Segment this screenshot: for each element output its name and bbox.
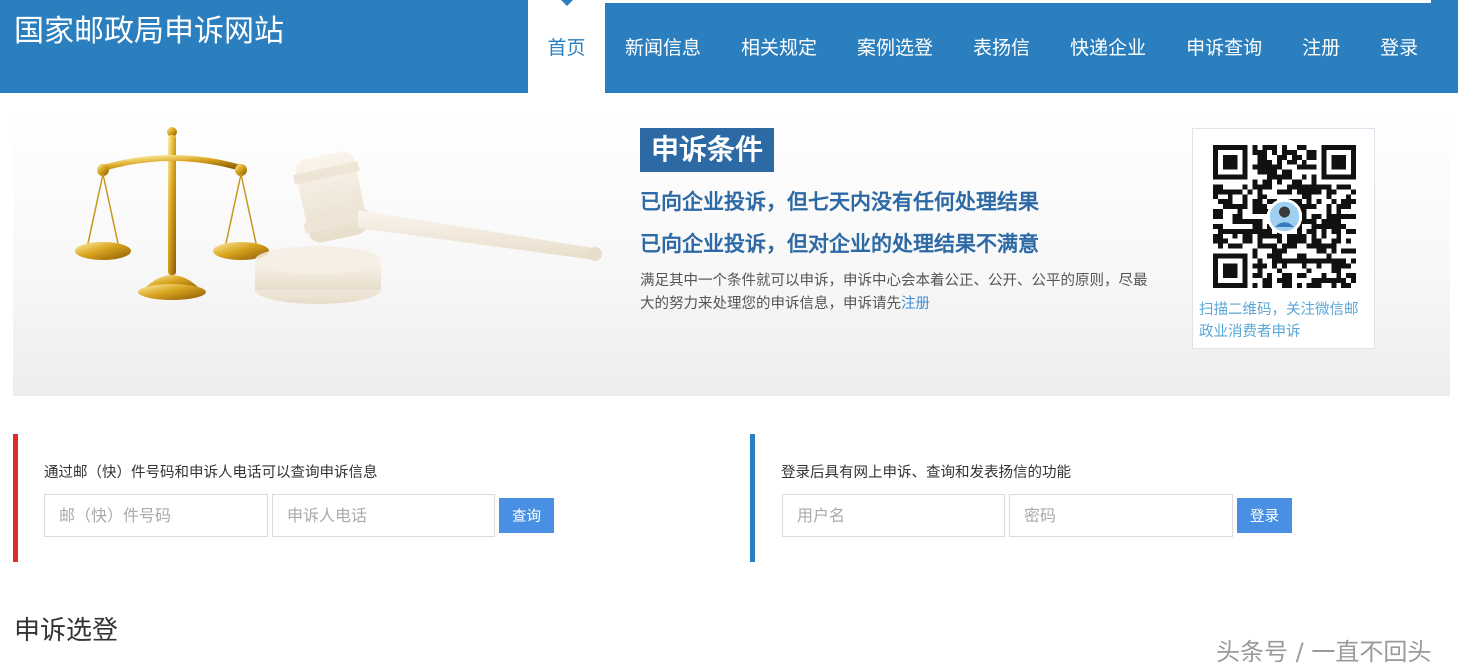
- register-link[interactable]: 注册: [901, 296, 930, 312]
- username-input[interactable]: [782, 494, 1005, 537]
- query-button[interactable]: 查询: [499, 498, 554, 533]
- section-title-featured-complaints: 申诉选登: [14, 616, 119, 646]
- complaint-conditions-banner: 申诉条件 已向企业投诉，但七天内没有任何处理结果 已向企业投诉，但对企业的处理结…: [13, 110, 1450, 396]
- conditions-description: 满足其中一个条件就可以申诉，申诉中心会本着公正、公开、公平的原则，尽最大的努力来…: [640, 270, 1152, 316]
- condition-2: 已向企业投诉，但对企业的处理结果不满意: [640, 232, 1039, 256]
- qr-code-icon: [1213, 145, 1356, 288]
- scales-of-justice-icon: [75, 127, 269, 300]
- nav-item-login[interactable]: 登录: [1360, 0, 1438, 93]
- login-hint: 登录后具有网上申诉、查询和发表扬信的功能: [781, 465, 1071, 481]
- password-input[interactable]: [1009, 494, 1233, 537]
- login-button[interactable]: 登录: [1237, 498, 1292, 533]
- watermark: 头条号 / 一直不回头: [1216, 638, 1432, 666]
- condition-1: 已向企业投诉，但七天内没有任何处理结果: [640, 190, 1039, 214]
- qr-caption: 扫描二维码，关注微信邮政业消费者申诉: [1199, 302, 1359, 340]
- wechat-qr-card: 扫描二维码，关注微信邮政业消费者申诉: [1192, 128, 1375, 349]
- main-nav: 首页 新闻信息 相关规定 案例选登 表扬信 快递企业 申诉查询 注册 登录: [528, 0, 1438, 93]
- nav-item-news[interactable]: 新闻信息: [605, 0, 721, 93]
- nav-item-register[interactable]: 注册: [1282, 0, 1360, 93]
- nav-item-cases[interactable]: 案例选登: [837, 0, 953, 93]
- tracking-number-input[interactable]: [44, 494, 268, 537]
- nav-item-praise-letters[interactable]: 表扬信: [953, 0, 1050, 93]
- nav-item-complaint-query[interactable]: 申诉查询: [1166, 0, 1282, 93]
- banner-illustration: [75, 127, 602, 304]
- complaint-query-panel: 通过邮（快）件号码和申诉人电话可以查询申诉信息 查询: [13, 434, 613, 562]
- nav-item-home[interactable]: 首页: [528, 0, 605, 93]
- conditions-title: 申诉条件: [640, 128, 775, 172]
- nav-item-regulations[interactable]: 相关规定: [721, 0, 837, 93]
- site-title[interactable]: 国家邮政局申诉网站: [14, 12, 284, 52]
- description-text: 满足其中一个条件就可以申诉，申诉中心会本着公正、公开、公平的原则，尽最大的努力来…: [640, 273, 1148, 312]
- nav-item-express-companies[interactable]: 快递企业: [1050, 0, 1166, 93]
- site-header: 国家邮政局申诉网站 首页 新闻信息 相关规定 案例选登 表扬信 快递企业 申诉查…: [0, 0, 1458, 93]
- query-hint: 通过邮（快）件号码和申诉人电话可以查询申诉信息: [44, 465, 378, 481]
- gavel-icon: [255, 151, 602, 304]
- complainant-phone-input[interactable]: [272, 494, 495, 537]
- login-panel: 登录后具有网上申诉、查询和发表扬信的功能 登录: [750, 434, 1350, 562]
